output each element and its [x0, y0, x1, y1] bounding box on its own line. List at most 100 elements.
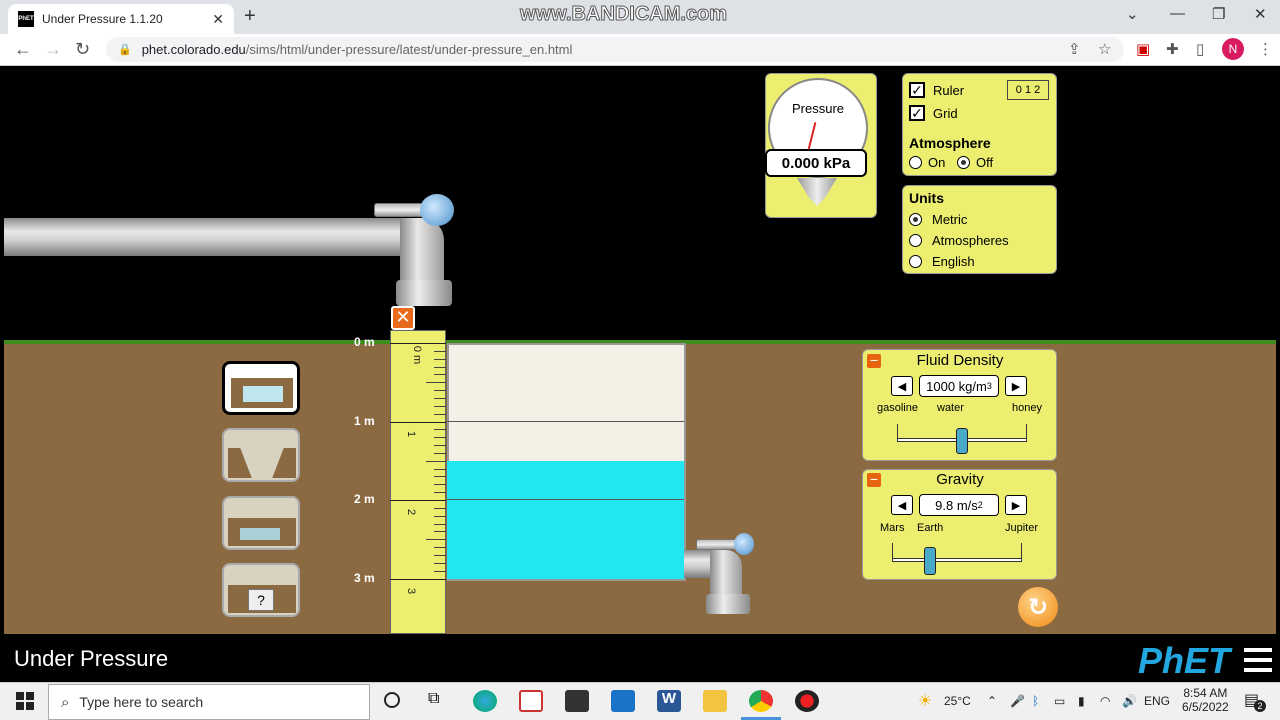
scene-button-trapezoid-pool[interactable] — [222, 428, 300, 482]
back-icon[interactable]: ← — [14, 39, 32, 60]
gravity-collapse-icon[interactable]: − — [867, 472, 881, 487]
edge-icon[interactable] — [473, 690, 497, 712]
units-english-row[interactable]: English — [909, 254, 975, 269]
chrome-icon[interactable] — [749, 690, 773, 712]
volume-icon[interactable]: 🔊 — [1122, 694, 1137, 708]
share-icon[interactable]: ⇪ — [1068, 40, 1081, 58]
side-panel-icon[interactable]: ▯ — [1196, 40, 1204, 58]
ruler-number: 3 — [405, 587, 418, 594]
depth-label: 3 m — [354, 570, 375, 585]
gravity-value: 9.8 m/s 2 — [919, 494, 999, 516]
tab-title: Under Pressure 1.1.20 — [42, 12, 163, 26]
outlet-valve-knob[interactable] — [734, 533, 754, 555]
grid-checkbox[interactable]: ✓ — [909, 105, 925, 121]
units-atmospheres-row[interactable]: Atmospheres — [909, 233, 1009, 248]
ruler-minor-tick — [426, 382, 446, 384]
mystery-label: ? — [248, 589, 274, 611]
windows-start-icon[interactable] — [16, 692, 34, 710]
grid-checkbox-row[interactable]: ✓ Grid — [909, 105, 958, 121]
minimize-icon[interactable]: — — [1170, 5, 1185, 22]
reset-all-icon[interactable]: ↻ — [1018, 587, 1058, 627]
ruler-minor-tick — [434, 390, 446, 392]
gauge-readout: 0.000 kPa — [765, 149, 867, 177]
fluid-density-title: Fluid Density — [916, 352, 1004, 369]
meet-icon[interactable]: ▭ — [1054, 694, 1065, 708]
scene-button-mystery-pool[interactable]: ? — [222, 563, 300, 617]
mail-icon[interactable] — [611, 690, 635, 712]
inlet-valve-knob[interactable] — [420, 194, 454, 226]
ruler[interactable] — [390, 330, 446, 634]
gravity-increase-button[interactable]: ▶ — [1005, 495, 1027, 515]
bluetooth-icon[interactable]: ᛒ — [1032, 694, 1039, 708]
ruler-number: 1 — [405, 430, 418, 437]
cortana-icon[interactable] — [384, 692, 400, 708]
task-view-icon[interactable]: ⧉ — [428, 690, 439, 708]
gravity-value-text: 9.8 m/s — [935, 497, 978, 513]
microphone-icon[interactable]: 🎤 — [1010, 694, 1025, 708]
bookmark-star-icon[interactable]: ☆ — [1098, 40, 1111, 58]
new-tab-icon[interactable]: + — [244, 5, 256, 28]
extension-icon[interactable]: ▣ — [1136, 40, 1150, 58]
atmosphere-off-radio-row[interactable]: Off — [957, 155, 993, 170]
bandicam-icon[interactable] — [795, 690, 819, 712]
language-indicator[interactable]: ENG — [1144, 694, 1170, 708]
gravity-slider-thumb[interactable] — [923, 547, 936, 575]
bandicam-watermark: www.BANDICAM.com — [519, 3, 728, 26]
gravity-slider-track[interactable] — [892, 558, 1022, 562]
scene-button-square-pool[interactable] — [222, 361, 300, 415]
atmosphere-on-radio-row[interactable]: On — [909, 155, 945, 170]
ruler-minor-tick — [434, 476, 446, 478]
fluid-density-collapse-icon[interactable]: − — [867, 353, 881, 368]
gravity-decrease-button[interactable]: ◀ — [891, 495, 913, 515]
inlet-pipe-elbow — [400, 218, 444, 286]
units-metric-row[interactable]: Metric — [909, 212, 967, 227]
puzzle-extensions-icon[interactable]: ✚ — [1166, 40, 1179, 58]
weather-icon: ☀ — [918, 693, 933, 710]
sim-navbar — [0, 634, 1280, 682]
phet-menu-icon[interactable] — [1244, 648, 1272, 672]
outlet-nozzle — [706, 594, 750, 614]
battery-icon[interactable]: ▮ — [1078, 694, 1085, 708]
ruler-close-icon[interactable]: ✕ — [391, 306, 415, 330]
fluid-density-slider-thumb[interactable] — [956, 428, 968, 454]
weather-temp[interactable]: 25°C — [944, 694, 971, 708]
gravity-mars-label: Mars — [880, 522, 905, 534]
taskbar-search-box[interactable]: ⌕ Type here to search — [48, 684, 370, 720]
tab-search-icon[interactable]: ⌄ — [1126, 5, 1139, 23]
store-icon[interactable] — [565, 690, 589, 712]
phet-logo: PhET — [1138, 640, 1231, 681]
ruler-minor-tick — [426, 539, 446, 541]
word-icon[interactable]: W — [657, 690, 681, 712]
ruler-checkbox-row[interactable]: ✓ Ruler — [909, 82, 964, 98]
gravity-earth-label: Earth — [917, 522, 944, 534]
tray-chevron-icon[interactable]: ⌃ — [987, 694, 997, 708]
clock[interactable]: 8:54 AM 6/5/2022 — [1182, 686, 1229, 714]
restore-icon[interactable]: ❐ — [1212, 5, 1225, 23]
atmosphere-on-radio[interactable] — [909, 156, 922, 169]
atmosphere-off-radio[interactable] — [957, 156, 970, 169]
ruler-minor-tick — [434, 570, 446, 572]
units-english-radio[interactable] — [909, 255, 922, 268]
ruler-checkbox[interactable]: ✓ — [909, 82, 925, 98]
reload-icon[interactable]: ↻ — [75, 39, 90, 60]
forward-icon[interactable]: → — [44, 39, 62, 60]
profile-avatar[interactable]: N — [1222, 38, 1244, 60]
gift-icon[interactable] — [519, 690, 543, 712]
wifi-icon[interactable]: ◠ — [1100, 694, 1110, 708]
browser-tab[interactable]: PhET Under Pressure 1.1.20 ✕ — [8, 4, 234, 34]
url-path: /sims/html/under-pressure/latest/under-p… — [245, 42, 573, 57]
units-english-label: English — [932, 254, 975, 269]
address-bar[interactable]: 🔒 phet.colorado.edu /sims/html/under-pre… — [106, 37, 1124, 62]
fluid-slider-tick-min — [897, 424, 898, 442]
browser-menu-icon[interactable]: ⋮ — [1258, 40, 1273, 58]
file-explorer-icon[interactable] — [703, 690, 727, 712]
window-close-icon[interactable]: ✕ — [1254, 5, 1267, 23]
scene-button-chamber-pool[interactable] — [222, 496, 300, 550]
fluid-density-decrease-button[interactable]: ◀ — [891, 376, 913, 396]
tab-close-icon[interactable]: ✕ — [212, 11, 224, 28]
ruler-icon: 0 1 2 — [1007, 80, 1049, 100]
fluid-density-increase-button[interactable]: ▶ — [1005, 376, 1027, 396]
units-atmospheres-radio[interactable] — [909, 234, 922, 247]
fluid-gasoline-label: gasoline — [877, 402, 918, 414]
units-metric-radio[interactable] — [909, 213, 922, 226]
